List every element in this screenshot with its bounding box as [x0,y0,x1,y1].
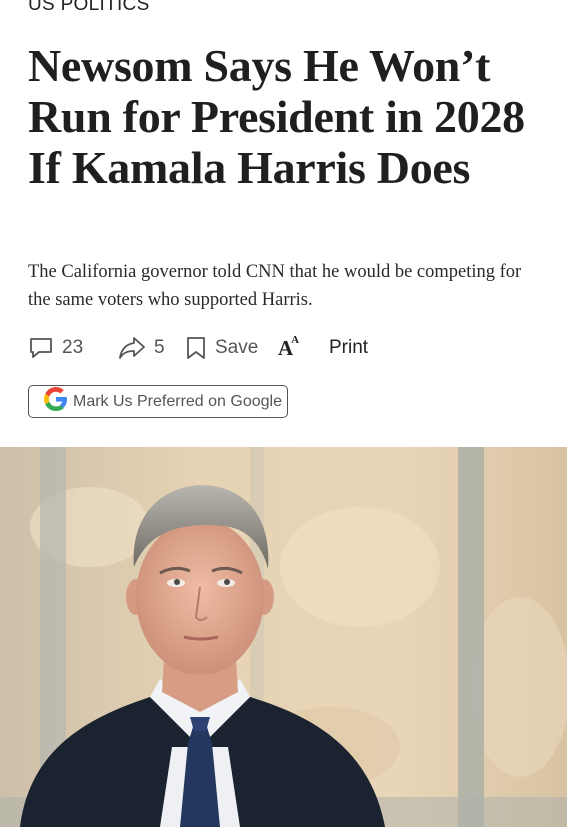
article-dek: The California governor told CNN that he… [28,262,522,310]
mark-preferred-google-button[interactable]: Mark Us Preferred on Google [28,385,288,418]
shares-count: 5 [154,337,165,358]
comments-count: 23 [62,337,84,358]
google-g-icon [29,387,68,416]
mark-preferred-label: Mark Us Preferred on Google [73,392,282,410]
print-label: Print [329,337,369,358]
section-label[interactable]: US POLITICS [28,0,150,16]
headline: Newsom Says He Won’t Run for President i… [28,40,525,193]
text-size-icon: AA [278,333,300,360]
comments-button[interactable]: 23 [28,333,83,363]
text-size-button[interactable]: AA [278,333,299,363]
comment-icon [28,335,54,361]
save-label: Save [215,337,259,358]
article-hero-photo [0,447,567,827]
save-button[interactable]: Save [185,333,258,363]
share-button[interactable]: 5 [118,333,165,363]
share-icon [118,335,146,361]
print-button[interactable]: Print [329,333,368,363]
bookmark-icon [185,335,207,361]
